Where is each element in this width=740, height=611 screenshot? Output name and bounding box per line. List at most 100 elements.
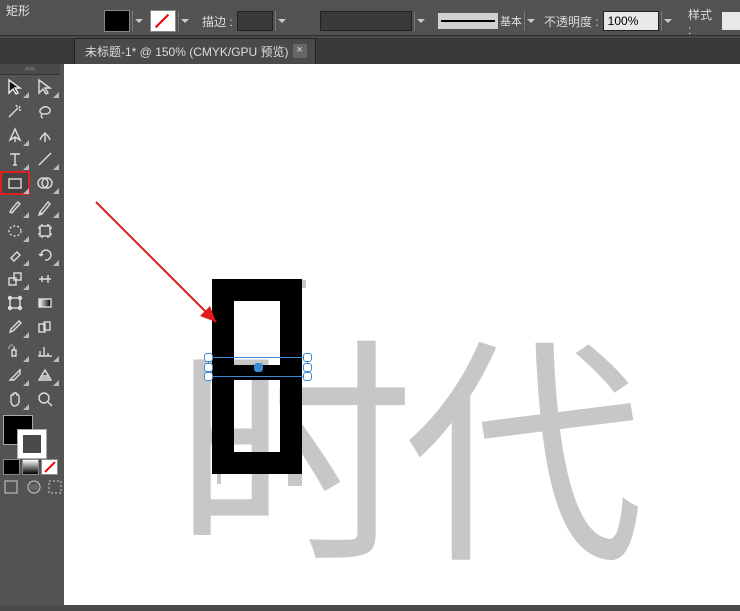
profile-field-group[interactable]: [320, 10, 427, 32]
pen-tool[interactable]: [0, 123, 30, 147]
selection-handle-mr[interactable]: [303, 363, 312, 372]
column-graph-tool[interactable]: [30, 339, 60, 363]
rotate-tool[interactable]: [30, 243, 60, 267]
blend-tool[interactable]: [30, 315, 60, 339]
spray-icon: [6, 342, 24, 360]
free-transform-tool[interactable]: [0, 291, 30, 315]
shape-bar-bottom[interactable]: [212, 452, 302, 474]
wand-icon: [6, 102, 24, 120]
pen-icon: [6, 126, 24, 144]
shape-builder-tool[interactable]: [30, 171, 60, 195]
scale-icon: [6, 270, 24, 288]
zoom-icon: [36, 390, 54, 408]
slice-tool[interactable]: [0, 363, 30, 387]
hand-icon: [6, 390, 24, 408]
paintbrush-tool[interactable]: [0, 195, 30, 219]
stroke-swatch-group[interactable]: [150, 10, 191, 32]
color-none-button[interactable]: [41, 459, 58, 475]
lasso-tool[interactable]: [30, 99, 60, 123]
zoom-tool[interactable]: [30, 387, 60, 411]
shape-builder-icon: [36, 174, 54, 192]
line-icon: [36, 150, 54, 168]
brush-definition-group[interactable]: 基本: [438, 10, 537, 32]
hand-tool[interactable]: [0, 387, 30, 411]
blend-icon: [36, 318, 54, 336]
line-segment-tool[interactable]: [30, 147, 60, 171]
toolbox: ««: [0, 64, 60, 495]
document-tab-title: 未标题-1* @ 150% (CMYK/GPU 预览): [85, 45, 289, 59]
style-swatch[interactable]: [722, 12, 740, 30]
rotate-icon: [36, 246, 54, 264]
brush-dropdown-icon[interactable]: [524, 11, 537, 31]
type-tool[interactable]: [0, 147, 30, 171]
symbol-sprayer-tool[interactable]: [0, 339, 30, 363]
eraser-icon: [6, 246, 24, 264]
selection-handle-tl[interactable]: [204, 353, 213, 362]
cursor-outline-icon: [36, 78, 54, 96]
pencil-tool[interactable]: [30, 195, 60, 219]
selection-handle-ml[interactable]: [204, 363, 213, 372]
eyedropper-tool[interactable]: [0, 315, 30, 339]
curvature-icon: [36, 126, 54, 144]
eraser-tool[interactable]: [0, 243, 30, 267]
type-icon: [6, 150, 24, 168]
selection-handle-br[interactable]: [303, 372, 312, 381]
fill-dropdown-icon[interactable]: [132, 11, 145, 31]
glyph-hint: [217, 474, 221, 484]
pencil-icon: [36, 198, 54, 216]
stroke-weight-field[interactable]: [237, 11, 273, 31]
curvature-tool[interactable]: [30, 123, 60, 147]
fill-swatch-group[interactable]: [104, 10, 145, 32]
control-bar: 矩形 描边 : 基本 不透明度 : 100% 样式 :: [0, 0, 740, 36]
draw-behind-button[interactable]: [25, 479, 43, 495]
graph-icon: [36, 342, 54, 360]
draw-mode-row: [3, 479, 60, 495]
magic-wand-tool[interactable]: [0, 99, 30, 123]
transform-icon: [6, 294, 24, 312]
artboard-tool[interactable]: [30, 219, 60, 243]
fill-stroke-swatches[interactable]: [3, 415, 57, 457]
opacity-dropdown-icon[interactable]: [661, 11, 674, 31]
draw-normal-button[interactable]: [3, 479, 21, 495]
close-tab-button[interactable]: ×: [293, 44, 307, 58]
selection-center-point[interactable]: [254, 363, 263, 372]
draw-behind-icon: [25, 479, 43, 495]
selection-bounding-box[interactable]: [208, 357, 308, 377]
color-mode-row: [3, 459, 60, 475]
active-tool-name: 矩形: [6, 2, 58, 18]
width-tool[interactable]: [30, 267, 60, 291]
stroke-swatch-none[interactable]: [150, 10, 176, 32]
color-gradient-button[interactable]: [22, 459, 39, 475]
direct-selection-tool[interactable]: [30, 75, 60, 99]
stroke-weight-group: 描边 :: [202, 10, 288, 32]
ellipse-tool[interactable]: [0, 219, 30, 243]
gradient-tool[interactable]: [30, 291, 60, 315]
document-tab[interactable]: 未标题-1* @ 150% (CMYK/GPU 预览) ×: [74, 38, 316, 65]
draw-inside-button[interactable]: [47, 479, 65, 495]
perspective-grid-tool[interactable]: [30, 363, 60, 387]
toolbox-grip[interactable]: ««: [0, 64, 60, 75]
stroke-dropdown-icon[interactable]: [178, 11, 191, 31]
scale-tool[interactable]: [0, 267, 30, 291]
selection-handle-bl[interactable]: [204, 372, 213, 381]
opacity-field[interactable]: 100%: [603, 11, 659, 31]
draw-inside-icon: [47, 479, 65, 495]
stroke-weight-stepper-icon[interactable]: [275, 11, 288, 31]
color-solid-button[interactable]: [3, 459, 20, 475]
profile-dropdown-icon[interactable]: [414, 11, 427, 31]
fill-swatch[interactable]: [104, 10, 130, 32]
rectangle-tool[interactable]: [0, 171, 30, 195]
graphic-style-group: 样式 :: [688, 10, 740, 32]
rectangle-icon: [6, 174, 24, 192]
foreground-stroke-swatch[interactable]: [17, 429, 47, 459]
style-label: 样式 :: [688, 6, 718, 37]
brush-preview[interactable]: [438, 13, 498, 29]
ellipse-icon: [6, 222, 24, 240]
selection-handle-tr[interactable]: [303, 353, 312, 362]
canvas[interactable]: 时代: [64, 64, 740, 605]
stroke-label: 描边 :: [202, 13, 233, 30]
cursor-icon: [6, 78, 24, 96]
opacity-label: 不透明度 :: [544, 13, 599, 30]
variable-width-profile-field[interactable]: [320, 11, 412, 31]
selection-tool[interactable]: [0, 75, 30, 99]
